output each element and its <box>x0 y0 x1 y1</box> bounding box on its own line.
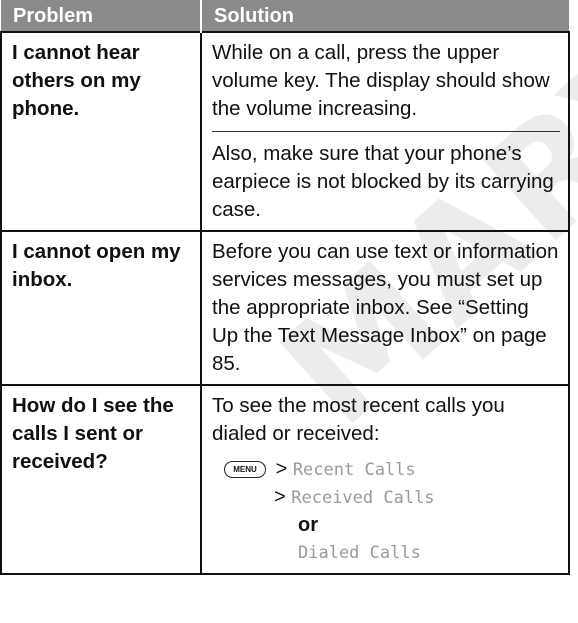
menu-path: MENU > Recent Calls > Received Calls or … <box>212 456 560 567</box>
table-row: How do I see the calls I sent or receive… <box>0 384 570 575</box>
table-row: I cannot hear others on my phone. While … <box>0 31 570 232</box>
problem-cell: I cannot open my inbox. <box>0 230 202 386</box>
path-separator: > <box>274 486 286 508</box>
menu-key-icon: MENU <box>224 461 266 479</box>
solution-column-header: Solution <box>200 0 569 32</box>
problem-column-header: Problem <box>1 0 201 32</box>
troubleshooting-table: Problem Solution I cannot hear others on… <box>0 0 570 575</box>
recent-calls-menu-item: Recent Calls <box>292 460 416 480</box>
problem-cell: I cannot hear others on my phone. <box>0 31 202 232</box>
solution-cell: Before you can use text or information s… <box>200 230 570 386</box>
table-header-row: Problem Solution <box>1 0 569 32</box>
or-label: or <box>298 514 318 536</box>
solution-cell: While on a call, press the upper volume … <box>200 31 570 232</box>
menu-path-step: Dialed Calls <box>224 539 560 567</box>
table-row: I cannot open my inbox. Before you can u… <box>0 230 570 386</box>
solution-cell: To see the most recent calls you dialed … <box>200 384 570 575</box>
problem-cell: How do I see the calls I sent or receive… <box>0 384 202 575</box>
path-separator: > <box>275 458 288 480</box>
solution-paragraph: Also, make sure that your phone’s earpie… <box>212 131 560 224</box>
menu-path-step: MENU > Recent Calls <box>224 456 560 484</box>
received-calls-menu-item: Received Calls <box>291 488 435 508</box>
menu-path-step: > Received Calls <box>224 484 560 512</box>
solution-paragraph: Before you can use text or information s… <box>212 240 559 375</box>
solution-paragraph: To see the most recent calls you dialed … <box>212 394 505 445</box>
dialed-calls-menu-item: Dialed Calls <box>298 543 421 563</box>
solution-paragraph: While on a call, press the upper volume … <box>212 41 550 120</box>
